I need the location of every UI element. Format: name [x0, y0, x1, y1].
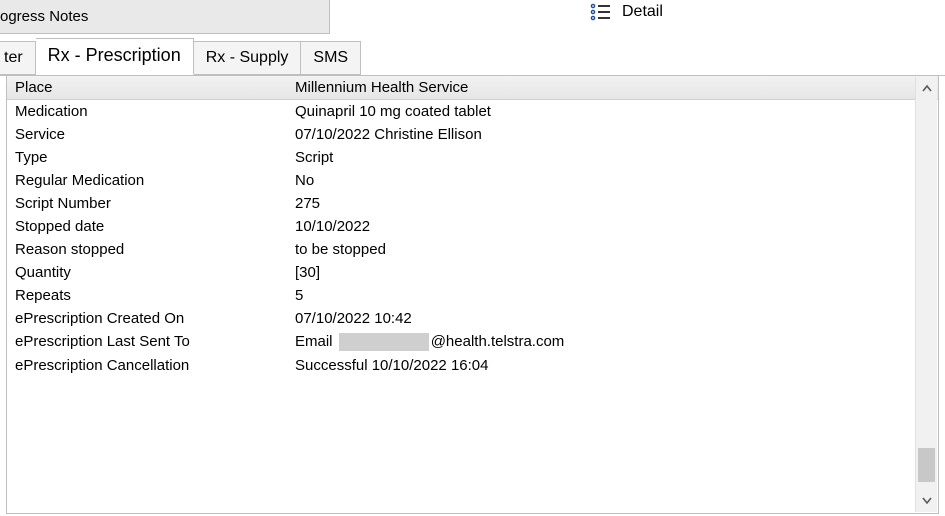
detail-row: PlaceMillennium Health Service: [7, 76, 938, 100]
scroll-down-arrow[interactable]: [916, 488, 937, 512]
tab-sms[interactable]: SMS: [301, 41, 361, 75]
field-value: 275: [295, 195, 930, 212]
tab-strip: ter Rx - Prescription Rx - Supply SMS: [0, 38, 945, 76]
field-label: Reason stopped: [15, 241, 295, 258]
detail-label: Detail: [622, 3, 663, 21]
detail-row: Service07/10/2022 Christine Ellison: [7, 123, 938, 146]
detail-row: Script Number275: [7, 192, 938, 215]
field-value: Email @health.telstra.com: [295, 333, 930, 351]
detail-row: Repeats5: [7, 284, 938, 307]
detail-row: Stopped date10/10/2022: [7, 215, 938, 238]
detail-row: Reason stoppedto be stopped: [7, 238, 938, 261]
field-label: Quantity: [15, 264, 295, 281]
field-value: 10/10/2022: [295, 218, 930, 235]
detail-row: ePrescription Created On07/10/2022 10:42: [7, 307, 938, 330]
tab-rx-prescription[interactable]: Rx - Prescription: [36, 38, 194, 75]
window-title-tab: ogress Notes: [0, 0, 330, 34]
field-value: to be stopped: [295, 241, 930, 258]
vertical-scrollbar[interactable]: [915, 77, 937, 512]
tab-partial-previous[interactable]: ter: [0, 41, 36, 75]
scroll-thumb[interactable]: [918, 448, 935, 482]
detail-list-icon: [590, 3, 612, 21]
detail-row: Regular MedicationNo: [7, 169, 938, 192]
detail-toggle[interactable]: Detail: [590, 3, 663, 21]
detail-row: ePrescription Last Sent ToEmail @health.…: [7, 330, 938, 354]
scroll-up-arrow[interactable]: [916, 77, 937, 101]
detail-panel: PlaceMillennium Health ServiceMedication…: [7, 76, 938, 513]
field-label: ePrescription Last Sent To: [15, 333, 295, 351]
field-value: Millennium Health Service: [295, 79, 930, 96]
field-label: ePrescription Created On: [15, 310, 295, 327]
field-label: Stopped date: [15, 218, 295, 235]
field-value: No: [295, 172, 930, 189]
field-value: [30]: [295, 264, 930, 281]
field-label: Type: [15, 149, 295, 166]
field-label: Place: [15, 79, 295, 96]
field-value: 5: [295, 287, 930, 304]
redacted-block: [339, 333, 429, 351]
field-value: 07/10/2022 Christine Ellison: [295, 126, 930, 143]
field-value: Successful 10/10/2022 16:04: [295, 357, 930, 374]
detail-row: TypeScript: [7, 146, 938, 169]
field-label: Repeats: [15, 287, 295, 304]
field-label: Medication: [15, 103, 295, 120]
field-value: Quinapril 10 mg coated tablet: [295, 103, 930, 120]
detail-row: ePrescription CancellationSuccessful 10/…: [7, 354, 938, 377]
field-label: Service: [15, 126, 295, 143]
field-value: Script: [295, 149, 930, 166]
detail-row: Quantity[30]: [7, 261, 938, 284]
window-title-text: ogress Notes: [0, 8, 88, 25]
field-value: 07/10/2022 10:42: [295, 310, 930, 327]
field-label: Regular Medication: [15, 172, 295, 189]
detail-row: MedicationQuinapril 10 mg coated tablet: [7, 100, 938, 123]
tab-rx-supply[interactable]: Rx - Supply: [194, 41, 302, 75]
field-label: Script Number: [15, 195, 295, 212]
field-label: ePrescription Cancellation: [15, 357, 295, 374]
